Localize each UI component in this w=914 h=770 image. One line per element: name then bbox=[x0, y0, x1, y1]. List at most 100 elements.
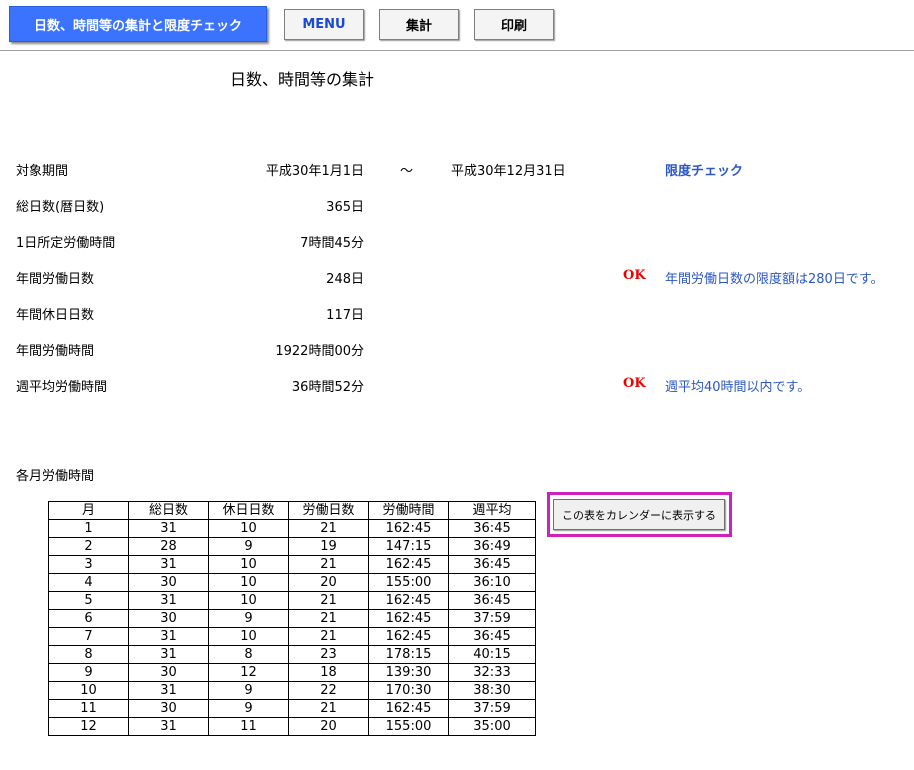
cell-total-days: 30 bbox=[128, 699, 209, 718]
cell-weekly-avg: 40:15 bbox=[448, 645, 536, 664]
header-total-days: 総日数 bbox=[128, 501, 209, 520]
cell-work-hours: 162:45 bbox=[368, 627, 449, 646]
cell-weekly-avg: 37:59 bbox=[448, 699, 536, 718]
header-month: 月 bbox=[48, 501, 129, 520]
cell-holidays: 12 bbox=[208, 663, 289, 682]
total-button[interactable]: 集計 bbox=[379, 9, 459, 40]
cell-work-hours: 147:15 bbox=[368, 537, 449, 556]
weekly-avg-status: OK bbox=[623, 376, 646, 391]
cell-work-days: 19 bbox=[288, 537, 369, 556]
cell-work-hours: 162:45 bbox=[368, 699, 449, 718]
header-work-days: 労働日数 bbox=[288, 501, 369, 520]
cell-month: 7 bbox=[48, 627, 129, 646]
cell-total-days: 28 bbox=[128, 537, 209, 556]
header-work-hours: 労働時間 bbox=[368, 501, 449, 520]
cell-weekly-avg: 36:49 bbox=[448, 537, 536, 556]
cell-work-hours: 178:15 bbox=[368, 645, 449, 664]
annual-holidays-label: 年間休日日数 bbox=[16, 308, 95, 323]
cell-weekly-avg: 36:45 bbox=[448, 627, 536, 646]
cell-weekly-avg: 38:30 bbox=[448, 681, 536, 700]
cell-month: 5 bbox=[48, 591, 129, 610]
table-row: 8 31 8 23 178:15 40:15 bbox=[48, 645, 536, 664]
cell-total-days: 31 bbox=[128, 519, 209, 538]
cell-work-hours: 139:30 bbox=[368, 663, 449, 682]
annual-work-days-label: 年間労働日数 bbox=[16, 272, 95, 287]
page-title: 日数、時間等の集計 bbox=[230, 70, 375, 89]
cell-work-days: 18 bbox=[288, 663, 369, 682]
period-tilde: ～ bbox=[400, 164, 414, 179]
cell-holidays: 9 bbox=[208, 537, 289, 556]
cell-total-days: 31 bbox=[128, 627, 209, 646]
cell-work-hours: 162:45 bbox=[368, 555, 449, 574]
cell-holidays: 10 bbox=[208, 573, 289, 592]
daily-hours-label: 1日所定労働時間 bbox=[16, 236, 116, 251]
cell-total-days: 31 bbox=[128, 645, 209, 664]
cell-total-days: 31 bbox=[128, 555, 209, 574]
table-row: 2 28 9 19 147:15 36:49 bbox=[48, 537, 536, 556]
total-days-value: 365日 bbox=[326, 200, 364, 215]
limit-check-heading: 限度チェック bbox=[665, 164, 744, 179]
cell-work-days: 20 bbox=[288, 717, 369, 736]
table-header-row: 月 総日数 休日日数 労働日数 労働時間 週平均 bbox=[48, 501, 536, 520]
table-row: 11 30 9 21 162:45 37:59 bbox=[48, 699, 536, 718]
cell-weekly-avg: 36:45 bbox=[448, 519, 536, 538]
header-holidays: 休日日数 bbox=[208, 501, 289, 520]
cell-weekly-avg: 36:10 bbox=[448, 573, 536, 592]
table-row: 9 30 12 18 139:30 32:33 bbox=[48, 663, 536, 682]
cell-month: 10 bbox=[48, 681, 129, 700]
cell-holidays: 10 bbox=[208, 519, 289, 538]
cell-work-days: 22 bbox=[288, 681, 369, 700]
cell-total-days: 31 bbox=[128, 681, 209, 700]
toolbar-divider bbox=[0, 50, 914, 51]
cell-total-days: 30 bbox=[128, 609, 209, 628]
show-calendar-button[interactable]: この表をカレンダーに表示する bbox=[553, 499, 725, 530]
cell-holidays: 10 bbox=[208, 591, 289, 610]
cell-total-days: 30 bbox=[128, 663, 209, 682]
weekly-avg-message: 週平均40時間以内です。 bbox=[665, 380, 811, 395]
cell-work-days: 20 bbox=[288, 573, 369, 592]
weekly-avg-label: 週平均労働時間 bbox=[16, 380, 108, 395]
cell-work-days: 21 bbox=[288, 555, 369, 574]
cell-month: 12 bbox=[48, 717, 129, 736]
table-row: 4 30 10 20 155:00 36:10 bbox=[48, 573, 536, 592]
table-row: 6 30 9 21 162:45 37:59 bbox=[48, 609, 536, 628]
table-row: 10 31 9 22 170:30 38:30 bbox=[48, 681, 536, 700]
sheet-title-tab: 日数、時間等の集計と限度チェック bbox=[9, 6, 267, 42]
cell-holidays: 9 bbox=[208, 681, 289, 700]
period-end-value: 平成30年12月31日 bbox=[451, 164, 566, 179]
cell-weekly-avg: 32:33 bbox=[448, 663, 536, 682]
cell-holidays: 11 bbox=[208, 717, 289, 736]
period-start-value: 平成30年1月1日 bbox=[265, 164, 364, 179]
total-days-label: 総日数(暦日数) bbox=[16, 200, 105, 215]
cell-month: 1 bbox=[48, 519, 129, 538]
cell-month: 9 bbox=[48, 663, 129, 682]
print-button[interactable]: 印刷 bbox=[474, 9, 554, 40]
table-row: 7 31 10 21 162:45 36:45 bbox=[48, 627, 536, 646]
cell-weekly-avg: 36:45 bbox=[448, 555, 536, 574]
cell-month: 11 bbox=[48, 699, 129, 718]
period-label: 対象期間 bbox=[16, 164, 69, 179]
annual-work-days-value: 248日 bbox=[326, 272, 364, 287]
cell-work-days: 21 bbox=[288, 627, 369, 646]
cell-holidays: 10 bbox=[208, 627, 289, 646]
cell-total-days: 30 bbox=[128, 573, 209, 592]
table-row: 3 31 10 21 162:45 36:45 bbox=[48, 555, 536, 574]
cell-holidays: 10 bbox=[208, 555, 289, 574]
cell-holidays: 9 bbox=[208, 699, 289, 718]
cell-work-hours: 155:00 bbox=[368, 573, 449, 592]
table-row: 12 31 11 20 155:00 35:00 bbox=[48, 717, 536, 736]
weekly-avg-value: 36時間52分 bbox=[291, 380, 364, 395]
annual-work-days-message: 年間労働日数の限度額は280日です。 bbox=[665, 272, 884, 287]
cell-weekly-avg: 36:45 bbox=[448, 591, 536, 610]
annual-hours-value: 1922時間00分 bbox=[275, 344, 364, 359]
table-row: 1 31 10 21 162:45 36:45 bbox=[48, 519, 536, 538]
cell-work-days: 23 bbox=[288, 645, 369, 664]
annual-holidays-value: 117日 bbox=[326, 308, 364, 323]
header-weekly-avg: 週平均 bbox=[448, 501, 536, 520]
monthly-hours-label: 各月労働時間 bbox=[16, 469, 95, 484]
cell-work-hours: 170:30 bbox=[368, 681, 449, 700]
monthly-hours-table: 月 総日数 休日日数 労働日数 労働時間 週平均 1 31 10 21 162:45 36… bbox=[48, 501, 536, 736]
menu-button[interactable]: MENU bbox=[284, 9, 364, 40]
cell-work-hours: 162:45 bbox=[368, 609, 449, 628]
annual-hours-label: 年間労働時間 bbox=[16, 344, 95, 359]
